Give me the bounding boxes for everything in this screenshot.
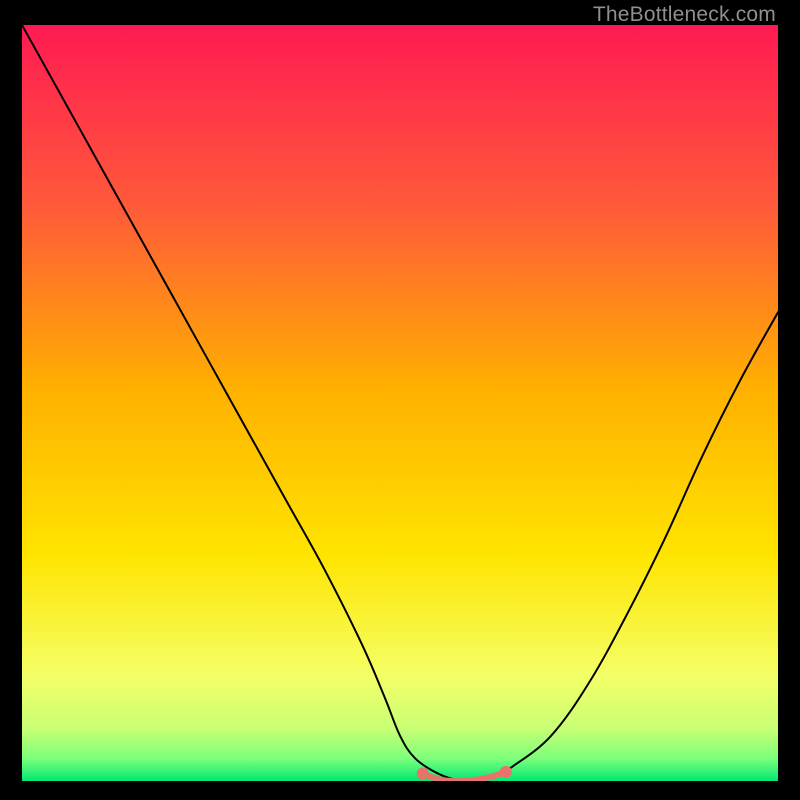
chart-frame [22, 25, 778, 781]
bottleneck-chart [22, 25, 778, 781]
gradient-background [22, 25, 778, 781]
watermark-text: TheBottleneck.com [593, 3, 776, 27]
